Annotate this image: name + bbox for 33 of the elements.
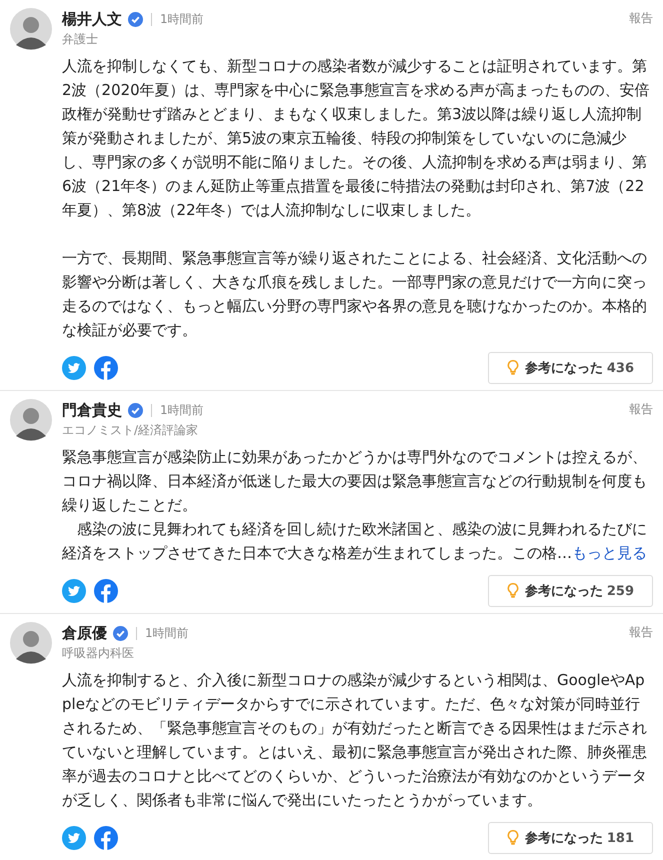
comment-text: 人流を抑制しなくても、新型コロナの感染者数が減少することは証明されています。第2波（2020年夏）は、専門家を中心に緊急事態宣言を求める声が高まったものの、安倍政権が発動せず踏みとどまり、まもなく収束しました。第3波以降は繰り返し人流抑制策が発動されましたが、第5波の東京五輪後、特段の抑制策をしていないのに急減少し、専門家の多くが説明不能に陥りました。その後、人流抑制を求める声は弱まり、第6波（21年冬）のまん延防止等重点措置を最後に特措法の発動は封印され、第7波（22年夏）、第8波（22年冬）では人流抑制なしに収束しました。 <box>62 56 651 221</box>
twitter-icon[interactable] <box>62 826 86 850</box>
post-time: 1時間前 <box>145 624 189 642</box>
facebook-icon[interactable] <box>94 579 118 603</box>
report-link[interactable]: 報告 <box>629 8 653 27</box>
author-name[interactable]: 倉原優 <box>62 624 107 642</box>
avatar[interactable] <box>10 399 52 441</box>
comment-text: 人流を抑制すると、介入後に新型コロナの感染が減少するという相関は、GoogleやAppleなどのモビリティデータからすでに示されています。ただ、色々な対策が同時並行されるため、「緊急事態宣言そのもの」が有効だったと断言できる因果性はまだ示されていないと理解しています。とはいえ、最初に緊急事態宣言が発出された際、肺炎罹患率が過去のコロナと比べてどのくらいか、どういった治療法が有効なのかというデータが乏しく、関係者も非常に悩んで発出にいたったとうかがっています。 <box>62 670 648 811</box>
facebook-icon[interactable] <box>94 826 118 850</box>
author-name[interactable]: 門倉貴史 <box>62 400 122 420</box>
post-time: 1時間前 <box>160 402 204 418</box>
twitter-icon[interactable] <box>62 356 86 380</box>
author-title: エコノミスト/経済評論家 <box>62 422 200 439</box>
helpful-button[interactable]: 参考になった 436 <box>488 352 653 384</box>
comment-text: 一方で、長期間、緊急事態宣言等が繰り返されたことによる、社会経済、文化活動への影響や分断は著しく、大きな爪痕を残しました。一部専門家の意見だけで一方向に突っ走るのではなく、もっと幅広い分野の専門家や各界の意見を聴けなかったのか。本格的な検証が必要です。 <box>62 248 648 341</box>
author-name[interactable]: 楊井人文 <box>62 10 122 28</box>
facebook-icon[interactable] <box>94 356 118 380</box>
post-time: 1時間前 <box>160 10 204 28</box>
helpful-button[interactable]: 参考になった 259 <box>488 575 653 607</box>
twitter-icon[interactable] <box>62 579 86 603</box>
helpful-button[interactable]: 参考になった 181 <box>488 822 653 854</box>
report-link[interactable]: 報告 <box>629 399 653 418</box>
lightbulb-icon <box>506 582 519 600</box>
avatar[interactable] <box>10 622 52 664</box>
lightbulb-icon <box>506 359 519 377</box>
lightbulb-icon <box>506 829 519 847</box>
comment-text: 緊急事態宣言が感染防止に効果があったかどうかは専門外なのでコメントは控えるが、コロナ禍以降、日本経済が低迷した最大の要因は緊急事態宣言などの行動規制を何度も繰り返したことだ。 <box>62 447 648 516</box>
author-title: 弁護士 <box>62 31 99 48</box>
report-link[interactable]: 報告 <box>629 622 653 641</box>
more-link[interactable]: もっと見る <box>572 544 647 562</box>
comment-text: 感染の波に見舞われても経済を回し続けた欧米諸国と、感染の波に見舞われるたびに経済をストップさせてきた日本で大きな格差が生まれてしまった。この格…もっと見る <box>62 519 648 564</box>
author-title: 呼吸器内科医 <box>62 645 135 662</box>
avatar[interactable] <box>10 8 52 50</box>
